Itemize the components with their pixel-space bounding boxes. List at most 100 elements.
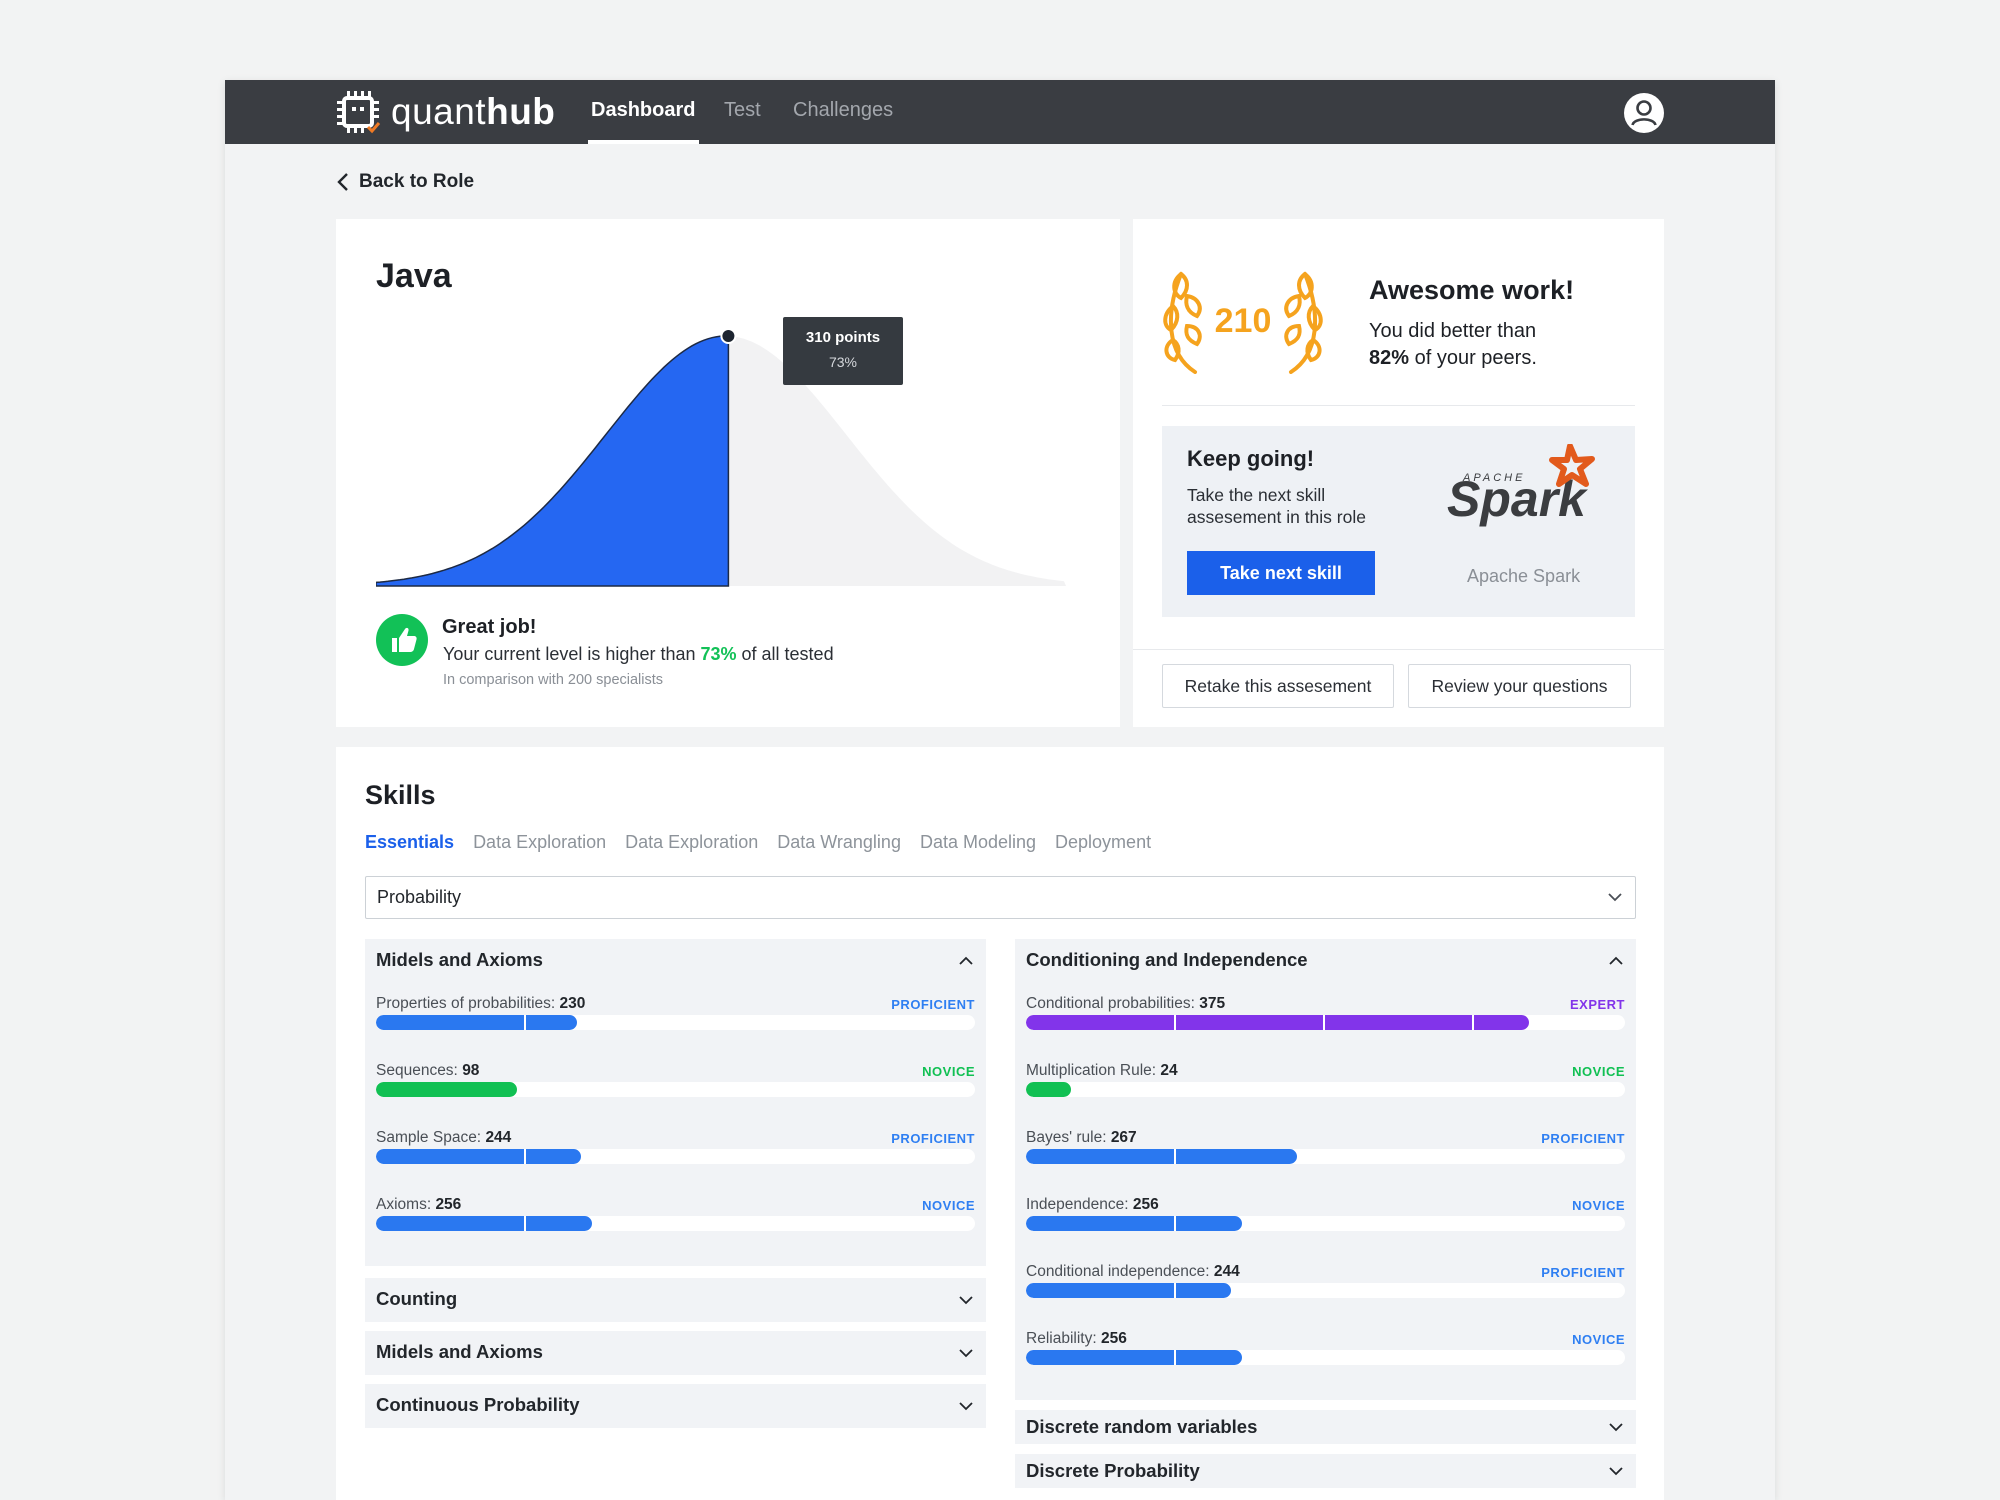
skill-progress-fill xyxy=(376,1015,577,1030)
tab-essentials[interactable]: Essentials xyxy=(365,832,454,853)
active-tab-underline xyxy=(588,140,699,144)
bar-segment-divider xyxy=(1472,1149,1474,1164)
bar-segment-divider xyxy=(1174,1283,1176,1298)
panel-title: Discrete random variables xyxy=(1026,1416,1258,1437)
collapsed-skill-panel[interactable]: Continuous Probability xyxy=(365,1384,986,1428)
chevron-up-icon[interactable] xyxy=(1608,955,1624,967)
tab-data-exploration-2[interactable]: Data Exploration xyxy=(625,832,758,853)
skill-level-badge: PROFICIENT xyxy=(891,1131,975,1146)
collapsed-skill-panel[interactable]: Discrete Probability xyxy=(1015,1454,1636,1488)
bar-segment-divider xyxy=(1174,1350,1176,1365)
skill-progress-fill xyxy=(1026,1350,1242,1365)
nav-tab-dashboard[interactable]: Dashboard xyxy=(591,99,695,122)
distribution-chart xyxy=(376,328,1066,587)
next-skill-panel: Keep going! Take the next skill asseseme… xyxy=(1162,426,1635,617)
skill-row: Axioms: 256 NOVICE xyxy=(376,1196,975,1244)
quanthub-logo[interactable]: quanthub xyxy=(335,90,555,134)
nav-tab-test[interactable]: Test xyxy=(724,99,761,122)
back-label: Back to Role xyxy=(359,171,475,192)
chevron-down-icon xyxy=(959,1296,973,1305)
bar-segment-divider xyxy=(822,1082,824,1097)
bar-segment-divider xyxy=(1323,1149,1325,1164)
logo-wordmark: quanthub xyxy=(391,91,556,132)
collapsed-skill-panel[interactable]: Discrete random variables xyxy=(1015,1410,1636,1444)
back-to-role-link[interactable]: Back to Role xyxy=(337,171,474,193)
score-marker-dot xyxy=(720,328,737,344)
skill-progress-fill xyxy=(1026,1149,1298,1164)
skill-score: 256 xyxy=(435,1196,462,1213)
panel-title: Counting xyxy=(376,1288,458,1309)
user-icon xyxy=(1631,100,1657,126)
tab-data-wrangling[interactable]: Data Wrangling xyxy=(777,832,901,853)
divider xyxy=(1162,405,1635,406)
panel-title[interactable]: Midels and Axioms xyxy=(376,949,543,971)
skill-row: Properties of probabilities: 230 PROFICIE… xyxy=(376,995,975,1043)
bar-segment-divider xyxy=(1472,1283,1474,1298)
nav-tab-challenges[interactable]: Challenges xyxy=(793,99,893,122)
skill-progress-fill xyxy=(376,1082,517,1097)
retake-assessment-button[interactable]: Retake this assesement xyxy=(1162,664,1394,708)
skill-name: Properties of probabilities: 230 xyxy=(376,995,586,1012)
skill-row: Independence: 256 NOVICE xyxy=(1026,1196,1625,1244)
skill-score: 375 xyxy=(1199,995,1226,1012)
skill-level-badge: PROFICIENT xyxy=(1541,1131,1625,1146)
bar-segment-divider xyxy=(1323,1015,1325,1030)
chevron-down-icon xyxy=(1609,1467,1623,1476)
skill-progress-fill xyxy=(1026,1082,1071,1097)
peer-percentile: 82% xyxy=(1369,347,1410,369)
skill-level-badge: PROFICIENT xyxy=(1541,1265,1625,1280)
skill-level-badge: EXPERT xyxy=(1569,997,1625,1012)
skill-level-badge: NOVICE xyxy=(1572,1064,1625,1079)
take-next-skill-button[interactable]: Take next skill xyxy=(1187,551,1375,595)
tab-deployment[interactable]: Deployment xyxy=(1055,832,1151,853)
tab-data-modeling[interactable]: Data Modeling xyxy=(920,832,1036,853)
bar-segment-divider xyxy=(524,1149,526,1164)
skill-score: 24 xyxy=(1160,1062,1178,1079)
skill-row: Conditional probabilities: 375 EXPERT xyxy=(1026,995,1625,1043)
skill-name: Independence: 256 xyxy=(1026,1196,1159,1213)
bar-segment-divider xyxy=(1174,1082,1176,1097)
tooltip-percent: 73% xyxy=(828,354,858,370)
topic-select[interactable]: Probability xyxy=(365,876,1636,919)
award-description: You did better than 82% of your peers. xyxy=(1369,320,1537,369)
skill-level-badge: PROFICIENT xyxy=(891,997,975,1012)
chevron-down-icon xyxy=(1609,1423,1623,1432)
skill-category-tabs: Essentials Data Exploration Data Explora… xyxy=(365,832,1151,853)
java-score-card: Java 310 points 73% Great job! Your curr… xyxy=(336,219,1120,727)
next-skill-name: Apache Spark xyxy=(1467,566,1581,586)
divider xyxy=(1133,649,1664,650)
collapsed-skill-panel[interactable]: Counting xyxy=(365,1278,986,1322)
skill-name: Multiplication Rule: 24 xyxy=(1026,1062,1178,1079)
skill-level-badge: NOVICE xyxy=(922,1198,975,1213)
skill-row: Bayes' rule: 267 PROFICIENT xyxy=(1026,1129,1625,1177)
skills-title: Skills xyxy=(365,780,436,810)
bar-segment-divider xyxy=(1472,1015,1474,1030)
skill-progress-fill xyxy=(1026,1283,1232,1298)
chevron-up-icon[interactable] xyxy=(958,955,974,967)
bar-segment-divider xyxy=(673,1015,675,1030)
great-job-description: Your current level is higher than 73% of… xyxy=(443,644,834,664)
skill-row: Sequences: 98 NOVICE xyxy=(376,1062,975,1110)
skill-title: Java xyxy=(376,257,452,295)
bar-segment-divider xyxy=(1472,1350,1474,1365)
skill-name: Sample Space: 244 xyxy=(376,1129,512,1146)
skill-progress-bar xyxy=(376,1149,975,1164)
tab-data-exploration[interactable]: Data Exploration xyxy=(473,832,606,853)
collapsed-skill-panel[interactable]: Midels and Axioms xyxy=(365,1331,986,1375)
skill-row: Sample Space: 244 PROFICIENT xyxy=(376,1129,975,1177)
bar-segment-divider xyxy=(1174,1216,1176,1231)
user-avatar[interactable] xyxy=(1624,93,1664,133)
skill-progress-fill xyxy=(376,1216,592,1231)
chevron-left-icon xyxy=(337,173,348,191)
skill-progress-fill xyxy=(376,1149,582,1164)
apache-spark-logo: APACHE Spark xyxy=(1447,444,1595,527)
panel-title[interactable]: Conditioning and Independence xyxy=(1026,949,1308,971)
review-questions-button[interactable]: Review your questions xyxy=(1408,664,1631,708)
bar-segment-divider xyxy=(1323,1283,1325,1298)
bar-segment-divider xyxy=(1323,1216,1325,1231)
skill-row: Conditional independence: 244 PROFICIENT xyxy=(1026,1263,1625,1311)
topic-select-value: Probability xyxy=(377,887,462,907)
thumbs-up-icon xyxy=(392,627,417,652)
skill-name: Reliability: 256 xyxy=(1026,1330,1127,1347)
bar-segment-divider xyxy=(822,1216,824,1231)
